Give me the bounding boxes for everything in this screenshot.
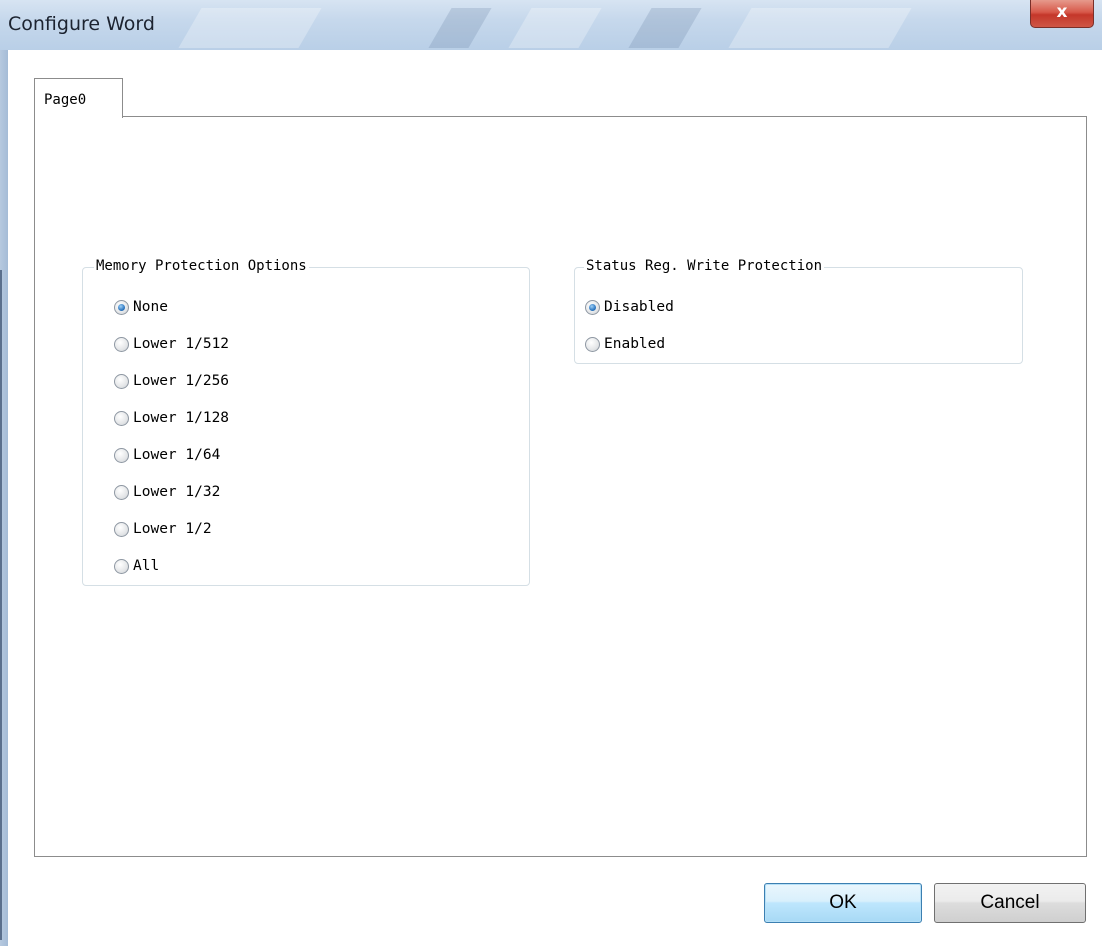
radio-button-icon[interactable]	[114, 558, 129, 574]
title-bar-glass-streak	[508, 8, 602, 48]
radio-label: Lower 1/512	[133, 336, 230, 352]
tab-panel-page0: Memory Protection Options None Lower 1/5…	[34, 116, 1087, 857]
radio-label: Disabled	[604, 299, 674, 315]
radio-label: None	[133, 299, 168, 315]
radio-label: Lower 1/2	[133, 521, 212, 537]
configure-word-dialog: Configure Word x Page0 Memory Protection…	[0, 0, 1102, 946]
radio-button-icon[interactable]	[114, 484, 129, 500]
status-reg-protection-group: Status Reg. Write Protection Disabled En…	[574, 258, 1023, 364]
radio-label: Lower 1/64	[133, 447, 221, 463]
radio-button-icon[interactable]	[114, 521, 129, 537]
radio-button-icon[interactable]	[585, 299, 600, 315]
window-title: Configure Word	[8, 13, 155, 35]
radio-label: All	[133, 558, 160, 574]
radio-button-icon[interactable]	[114, 410, 129, 426]
memory-protection-legend: Memory Protection Options	[94, 258, 309, 274]
radio-label: Lower 1/256	[133, 373, 230, 389]
title-bar-glass-streak	[178, 8, 322, 48]
radio-memory-lower-1-32[interactable]: Lower 1/32	[114, 484, 220, 500]
tab-page0[interactable]: Page0	[34, 78, 123, 118]
radio-memory-all[interactable]: All	[114, 558, 159, 574]
title-bar-glass-streak	[728, 8, 912, 48]
ok-button[interactable]: OK	[764, 883, 922, 923]
radio-status-disabled[interactable]: Disabled	[585, 299, 674, 315]
radio-button-icon[interactable]	[114, 336, 129, 352]
radio-memory-lower-1-128[interactable]: Lower 1/128	[114, 410, 229, 426]
radio-memory-lower-1-512[interactable]: Lower 1/512	[114, 336, 229, 352]
radio-memory-lower-1-2[interactable]: Lower 1/2	[114, 521, 212, 537]
radio-memory-lower-1-256[interactable]: Lower 1/256	[114, 373, 229, 389]
radio-memory-lower-1-64[interactable]: Lower 1/64	[114, 447, 220, 463]
radio-memory-none[interactable]: None	[114, 299, 168, 315]
title-bar-glass-streak	[428, 8, 492, 48]
tab-label: Page0	[44, 92, 87, 108]
radio-label: Enabled	[604, 336, 666, 352]
title-bar-glass-streak	[628, 8, 702, 48]
radio-button-icon[interactable]	[114, 447, 129, 463]
title-bar[interactable]: Configure Word x	[0, 0, 1102, 50]
window-left-border-line	[0, 270, 2, 940]
close-icon: x	[1056, 2, 1068, 22]
window-left-border	[0, 50, 8, 946]
radio-button-icon[interactable]	[585, 336, 600, 352]
status-reg-protection-legend: Status Reg. Write Protection	[584, 258, 825, 274]
radio-label: Lower 1/128	[133, 410, 230, 426]
close-button[interactable]: x	[1030, 0, 1094, 28]
radio-label: Lower 1/32	[133, 484, 221, 500]
radio-button-icon[interactable]	[114, 299, 129, 315]
dialog-client-area: Page0 Memory Protection Options None Low…	[8, 50, 1102, 946]
radio-button-icon[interactable]	[114, 373, 129, 389]
radio-status-enabled[interactable]: Enabled	[585, 336, 665, 352]
memory-protection-group: Memory Protection Options None Lower 1/5…	[82, 258, 530, 586]
cancel-button[interactable]: Cancel	[934, 883, 1086, 923]
